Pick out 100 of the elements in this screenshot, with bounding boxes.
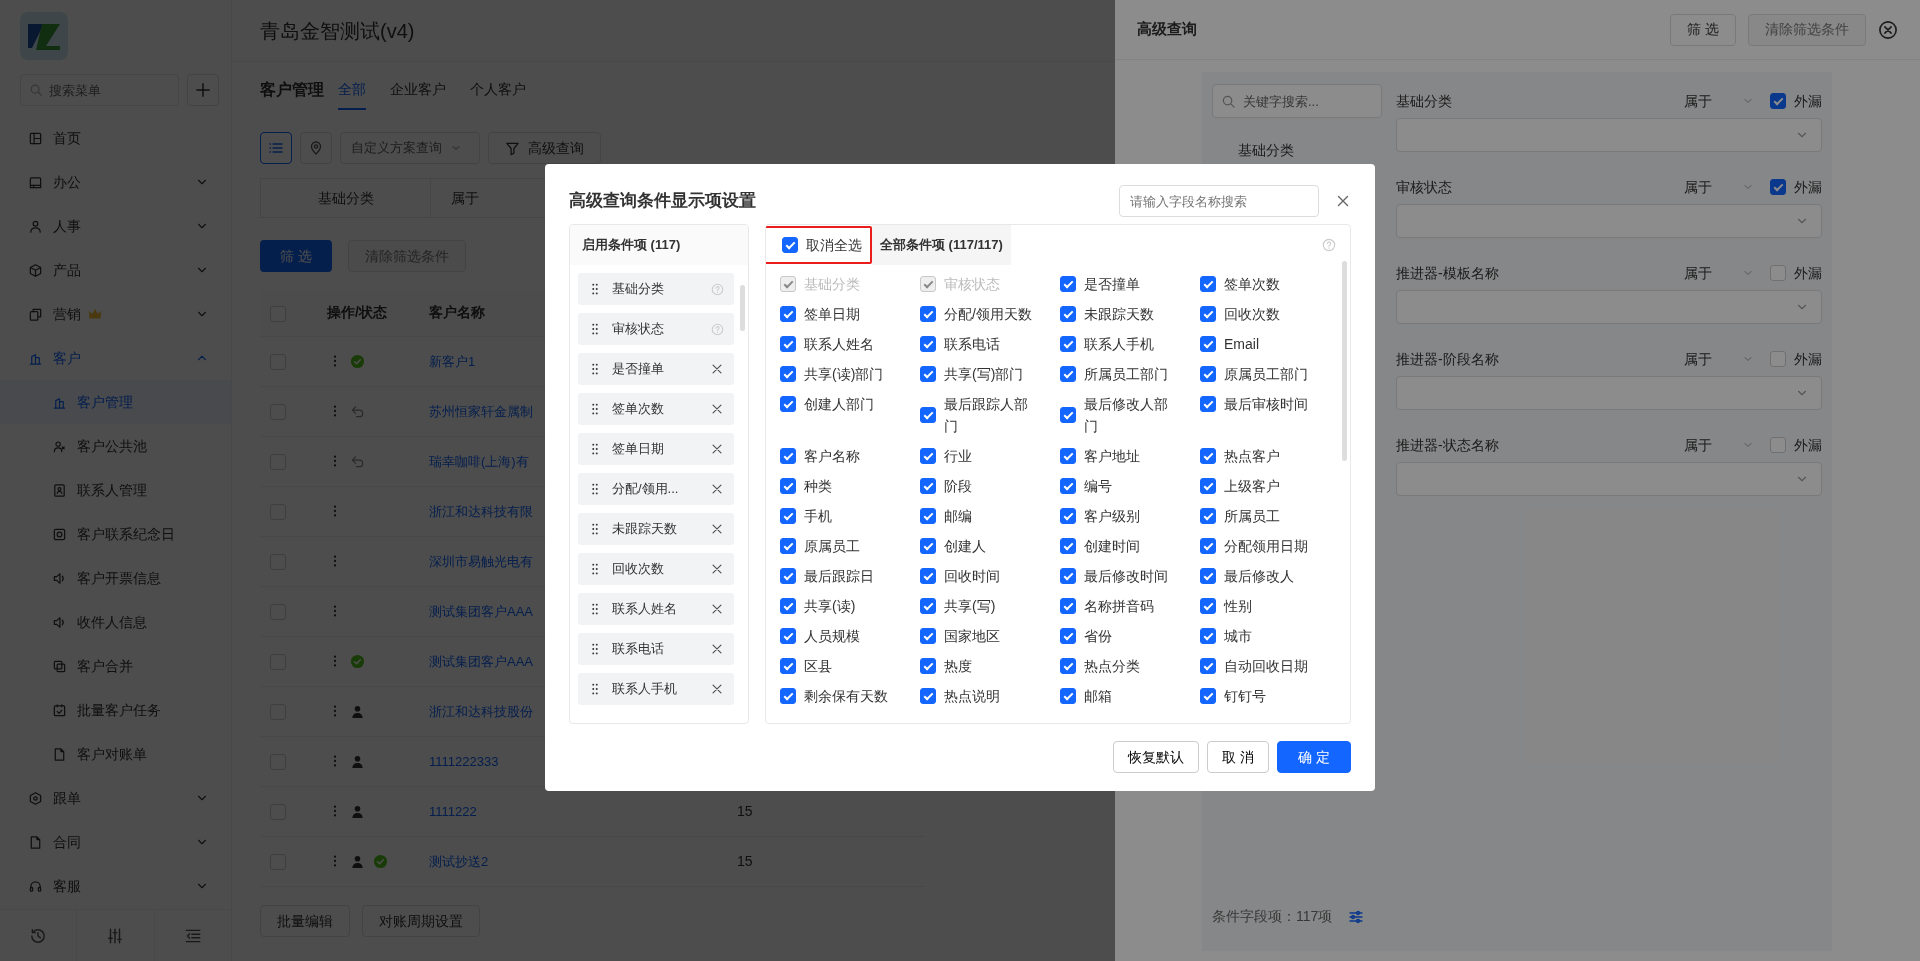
checkbox[interactable] — [780, 568, 796, 584]
sidebar-subitem[interactable]: 客户开票信息 — [0, 556, 231, 600]
checkbox[interactable] — [1770, 93, 1786, 109]
customer-name-link[interactable]: 1111222333 — [429, 753, 499, 769]
close-icon[interactable] — [710, 642, 724, 656]
checkbox[interactable] — [1200, 448, 1216, 464]
sidebar-item[interactable]: 跟单 — [0, 776, 231, 820]
checkbox[interactable] — [920, 306, 936, 322]
sidebar-item[interactable]: 办公 — [0, 160, 231, 204]
checkbox[interactable] — [920, 598, 936, 614]
sidebar-item[interactable]: 人事 — [0, 204, 231, 248]
operator-select[interactable]: 属于 — [1684, 262, 1754, 284]
checkbox[interactable] — [1200, 396, 1216, 412]
list-item[interactable]: 回收次数 — [578, 553, 734, 585]
checkbox[interactable] — [1060, 448, 1076, 464]
list-item[interactable]: 分配/领用... — [578, 473, 734, 505]
checkbox[interactable] — [1200, 598, 1216, 614]
close-icon[interactable] — [710, 682, 724, 696]
list-item[interactable]: 签单日期 — [578, 433, 734, 465]
checkbox[interactable] — [782, 237, 798, 253]
sidebar-item[interactable]: 产品 — [0, 248, 231, 292]
checkbox[interactable] — [1060, 688, 1076, 704]
checkbox[interactable] — [780, 366, 796, 382]
close-icon[interactable] — [1335, 193, 1351, 209]
checkbox[interactable] — [920, 508, 936, 524]
sidebar-subitem[interactable]: 客户公共池 — [0, 424, 231, 468]
search-field[interactable]: 请输入字段名称搜索 — [1119, 185, 1319, 217]
checkbox[interactable] — [1060, 336, 1076, 352]
sliders-icon[interactable] — [106, 926, 125, 945]
checkbox[interactable] — [780, 658, 796, 674]
checkbox[interactable] — [1200, 366, 1216, 382]
footer-button[interactable]: 批量编辑 — [260, 905, 350, 937]
sidebar-subitem[interactable]: 收件人信息 — [0, 600, 231, 644]
checkbox[interactable] — [780, 598, 796, 614]
checkbox[interactable] — [1060, 658, 1076, 674]
checkbox[interactable] — [1200, 336, 1216, 352]
list-item[interactable]: 联系人姓名 — [578, 593, 734, 625]
checkbox[interactable] — [1060, 366, 1076, 382]
customer-name-link[interactable]: 深圳市易触光电有 — [429, 553, 533, 569]
checkbox[interactable] — [1200, 658, 1216, 674]
advanced-query-button[interactable]: 高级查询 — [488, 132, 601, 164]
checkbox[interactable] — [920, 336, 936, 352]
settings-icon[interactable] — [1348, 908, 1365, 925]
checkbox[interactable] — [1770, 179, 1786, 195]
checkbox[interactable] — [1060, 538, 1076, 554]
checkbox[interactable] — [780, 306, 796, 322]
checkbox[interactable] — [1200, 688, 1216, 704]
checkbox[interactable] — [1200, 538, 1216, 554]
confirm-button[interactable]: 确 定 — [1277, 741, 1351, 773]
close-icon[interactable] — [710, 562, 724, 576]
dialog-button[interactable]: 取 消 — [1207, 741, 1270, 773]
sidebar-subitem[interactable]: 客户联系纪念日 — [0, 512, 231, 556]
customer-name-link[interactable]: 1111222 — [429, 803, 477, 819]
list-item[interactable]: 签单次数 — [578, 393, 734, 425]
close-icon[interactable] — [710, 522, 724, 536]
close-icon[interactable] — [710, 602, 724, 616]
checkbox[interactable] — [780, 538, 796, 554]
sidebar-subitem[interactable]: 客户合并 — [0, 644, 231, 688]
close-icon[interactable] — [710, 442, 724, 456]
list-item[interactable]: 是否撞单 — [578, 353, 734, 385]
checkbox[interactable] — [780, 336, 796, 352]
list-item[interactable]: 基础分类 — [578, 273, 734, 305]
tab[interactable]: 全部 — [338, 70, 366, 110]
checkbox[interactable] — [1200, 306, 1216, 322]
checkbox[interactable] — [1200, 508, 1216, 524]
checkbox[interactable] — [920, 568, 936, 584]
checkbox[interactable] — [1060, 276, 1076, 292]
customer-name-link[interactable]: 测试集团客户AAA — [429, 603, 533, 619]
checkbox[interactable] — [780, 448, 796, 464]
checkbox[interactable] — [1060, 628, 1076, 644]
checkbox[interactable] — [1060, 508, 1076, 524]
checkbox[interactable] — [920, 688, 936, 704]
checkbox[interactable] — [920, 366, 936, 382]
checkbox[interactable] — [1200, 276, 1216, 292]
tab[interactable]: 个人客户 — [470, 70, 526, 110]
close-icon[interactable] — [710, 362, 724, 376]
checkbox[interactable] — [1060, 407, 1076, 423]
customer-name-link[interactable]: 浙江和达科技股份 — [429, 703, 533, 719]
close-icon[interactable] — [1878, 19, 1898, 40]
close-icon[interactable] — [710, 482, 724, 496]
list-item[interactable]: 审核状态 — [578, 313, 734, 345]
checkbox[interactable] — [780, 688, 796, 704]
customer-name-link[interactable]: 测试集团客户AAA — [429, 653, 533, 669]
sidebar-subitem[interactable]: 批量客户任务 — [0, 688, 231, 732]
checkbox[interactable] — [920, 538, 936, 554]
customer-name-link[interactable]: 新客户1 — [429, 353, 476, 369]
checkbox[interactable] — [920, 448, 936, 464]
checkbox[interactable] — [780, 478, 796, 494]
operator-select[interactable]: 属于 — [1684, 348, 1754, 370]
sidebar-item[interactable]: 客服 — [0, 864, 231, 908]
checkbox[interactable] — [1200, 478, 1216, 494]
checkbox[interactable] — [780, 508, 796, 524]
filter-button[interactable]: 筛 选 — [1670, 13, 1736, 46]
filter-button[interactable]: 筛 选 — [260, 240, 332, 272]
list-item[interactable]: 未跟踪天数 — [578, 513, 734, 545]
tab[interactable]: 企业客户 — [390, 70, 446, 110]
operator-select[interactable]: 属于 — [1684, 434, 1754, 456]
search-field[interactable]: 关键字搜索... — [1212, 84, 1382, 118]
sidebar-subitem[interactable]: 联系人管理 — [0, 468, 231, 512]
checkbox[interactable] — [920, 628, 936, 644]
